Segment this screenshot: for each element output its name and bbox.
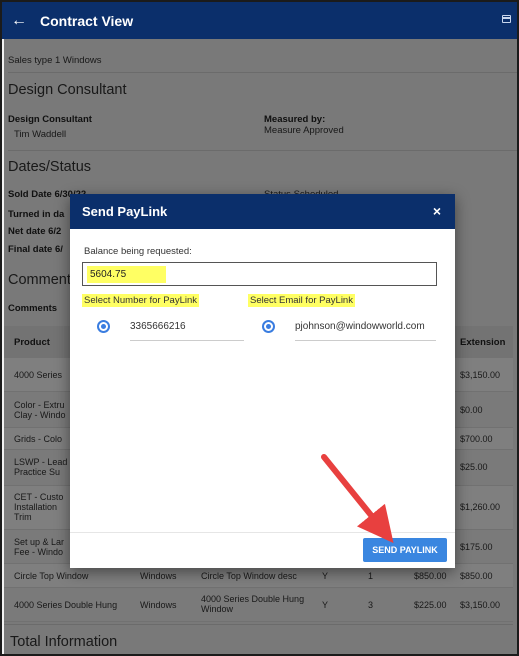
back-arrow-icon[interactable]: ←	[2, 12, 36, 30]
app-window: ← Contract View Sales type 1 Windows Des…	[0, 0, 519, 656]
balance-value: 5604.75	[87, 266, 166, 283]
send-paylink-button[interactable]: SEND PAYLINK	[363, 538, 447, 562]
app-bar: ← Contract View	[2, 2, 517, 39]
number-radio[interactable]	[97, 320, 110, 333]
divider	[295, 340, 436, 341]
email-column-label: Select Email for PayLink	[248, 294, 355, 307]
phone-number-option[interactable]: 3365666216	[130, 321, 186, 332]
balance-input[interactable]: 5604.75	[82, 262, 437, 286]
dialog-title: Send PayLink	[82, 204, 168, 219]
dialog-footer-divider	[70, 532, 455, 533]
divider	[130, 340, 244, 341]
window-icon[interactable]	[502, 15, 511, 23]
number-column-label: Select Number for PayLink	[82, 294, 199, 307]
close-icon[interactable]: ×	[433, 203, 441, 219]
email-option[interactable]: pjohnson@windowworld.com	[295, 321, 425, 332]
email-radio[interactable]	[262, 320, 275, 333]
balance-label: Balance being requested:	[84, 246, 192, 257]
page-title: Contract View	[40, 12, 134, 29]
dialog-header: Send PayLink ×	[70, 194, 455, 229]
send-paylink-dialog: Send PayLink × Balance being requested: …	[70, 194, 455, 568]
